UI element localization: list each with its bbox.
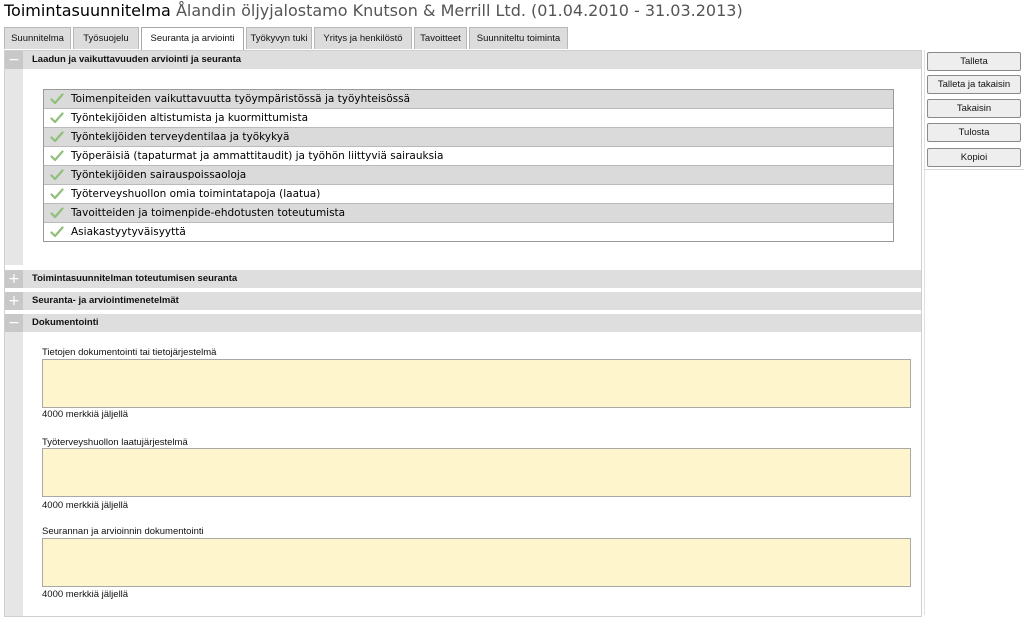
collapse-icon[interactable]: − [5,51,23,69]
check-icon [50,185,64,203]
checklist-item[interactable]: Toimenpiteiden vaikuttavuutta työympäris… [44,90,893,109]
tab-suunniteltu-toiminta[interactable]: Suunniteltu toiminta [469,27,568,49]
page-title-main: Toimintasuunnitelma [4,1,171,20]
section-documentation-title: Dokumentointi [32,317,99,328]
check-icon [50,109,64,127]
section-implementation-header[interactable]: + Toimintasuunnitelman toteutumisen seur… [5,270,921,288]
section-quality-strip [5,69,23,265]
doc-field-2-counter: 4000 merkkiä jäljellä [42,500,129,511]
tab-bar: Suunnitelma Työsuojelu Seuranta ja arvio… [4,27,570,51]
check-icon [50,166,64,184]
doc-field-2-label: Työterveyshuollon laatujärjestelmä [42,437,188,448]
doc-field-2-input[interactable] [42,448,911,497]
section-implementation-title: Toimintasuunnitelman toteutumisen seuran… [32,273,238,284]
doc-field-1-input[interactable] [42,359,911,408]
section-quality-title: Laadun ja vaikuttavuuden arviointi ja se… [32,54,242,65]
main-panel: − Laadun ja vaikuttavuuden arviointi ja … [4,50,922,617]
checklist-item[interactable]: Työperäisiä (tapaturmat ja ammattitaudit… [44,147,893,166]
checklist-item-label: Tavoitteiden ja toimenpide-ehdotusten to… [71,207,346,219]
doc-field-1-counter: 4000 merkkiä jäljellä [42,409,129,420]
checklist-item[interactable]: Työterveyshuollon omia toimintatapoja (l… [44,185,893,204]
copy-button[interactable]: Kopioi [927,148,1021,167]
doc-field-1-label: Tietojen dokumentointi tai tietojärjeste… [42,347,217,358]
save-button[interactable]: Talleta [927,52,1021,71]
section-methods-header[interactable]: + Seuranta- ja arviointimenetelmät [5,292,921,310]
expand-icon[interactable]: + [5,292,23,310]
page-title: Toimintasuunnitelma Ålandin öljyjalostam… [4,1,743,20]
print-button[interactable]: Tulosta [927,123,1021,142]
tab-tavoitteet[interactable]: Tavoitteet [414,27,467,49]
checklist-item[interactable]: Työntekijöiden terveydentilaa ja työkyky… [44,128,893,147]
action-sidebar: Talleta Talleta ja takaisin Takaisin Tul… [924,50,1024,615]
doc-field-3-input[interactable] [42,538,911,587]
checklist-item-label: Asiakastyytyväisyyttä [71,226,186,238]
tab-seuranta-ja-arviointi[interactable]: Seuranta ja arviointi [141,27,244,51]
tab-tyokyvyn-tuki[interactable]: Työkyvyn tuki [246,27,312,49]
section-documentation-header[interactable]: − Dokumentointi [5,314,921,332]
checklist-item-label: Työperäisiä (tapaturmat ja ammattitaudit… [71,150,444,162]
checklist-item[interactable]: Työntekijöiden sairauspoissaoloja [44,166,893,185]
check-icon [50,147,64,165]
divider [925,169,1024,170]
quality-checklist: Toimenpiteiden vaikuttavuutta työympäris… [43,89,894,242]
expand-icon[interactable]: + [5,270,23,288]
checklist-item-label: Työntekijöiden terveydentilaa ja työkyky… [71,131,290,143]
checklist-item-label: Työntekijöiden altistumista ja kuormittu… [71,112,309,124]
tab-suunnitelma[interactable]: Suunnitelma [4,27,71,49]
checklist-item[interactable]: Tavoitteiden ja toimenpide-ehdotusten to… [44,204,893,223]
page-title-company: Ålandin öljyjalostamo Knutson & Merrill … [175,1,743,20]
section-methods-title: Seuranta- ja arviointimenetelmät [32,295,179,306]
tab-yritys-ja-henkilosto[interactable]: Yritys ja henkilöstö [314,27,412,49]
save-and-back-button[interactable]: Talleta ja takaisin [927,75,1021,94]
checklist-item-label: Työterveyshuollon omia toimintatapoja (l… [71,188,321,200]
checklist-item[interactable]: Asiakastyytyväisyyttä [44,223,893,241]
tab-tyosuojelu[interactable]: Työsuojelu [73,27,139,49]
check-icon [50,204,64,222]
checklist-item-label: Toimenpiteiden vaikuttavuutta työympäris… [71,93,411,105]
checklist-item-label: Työntekijöiden sairauspoissaoloja [71,169,247,181]
doc-field-3-counter: 4000 merkkiä jäljellä [42,589,129,600]
checklist-item[interactable]: Työntekijöiden altistumista ja kuormittu… [44,109,893,128]
back-button[interactable]: Takaisin [927,99,1021,118]
section-documentation-strip [5,332,23,616]
check-icon [50,90,64,108]
check-icon [50,223,64,241]
check-icon [50,128,64,146]
collapse-icon[interactable]: − [5,314,23,332]
doc-field-3-label: Seurannan ja arvioinnin dokumentointi [42,526,204,537]
section-quality-header[interactable]: − Laadun ja vaikuttavuuden arviointi ja … [5,51,921,69]
